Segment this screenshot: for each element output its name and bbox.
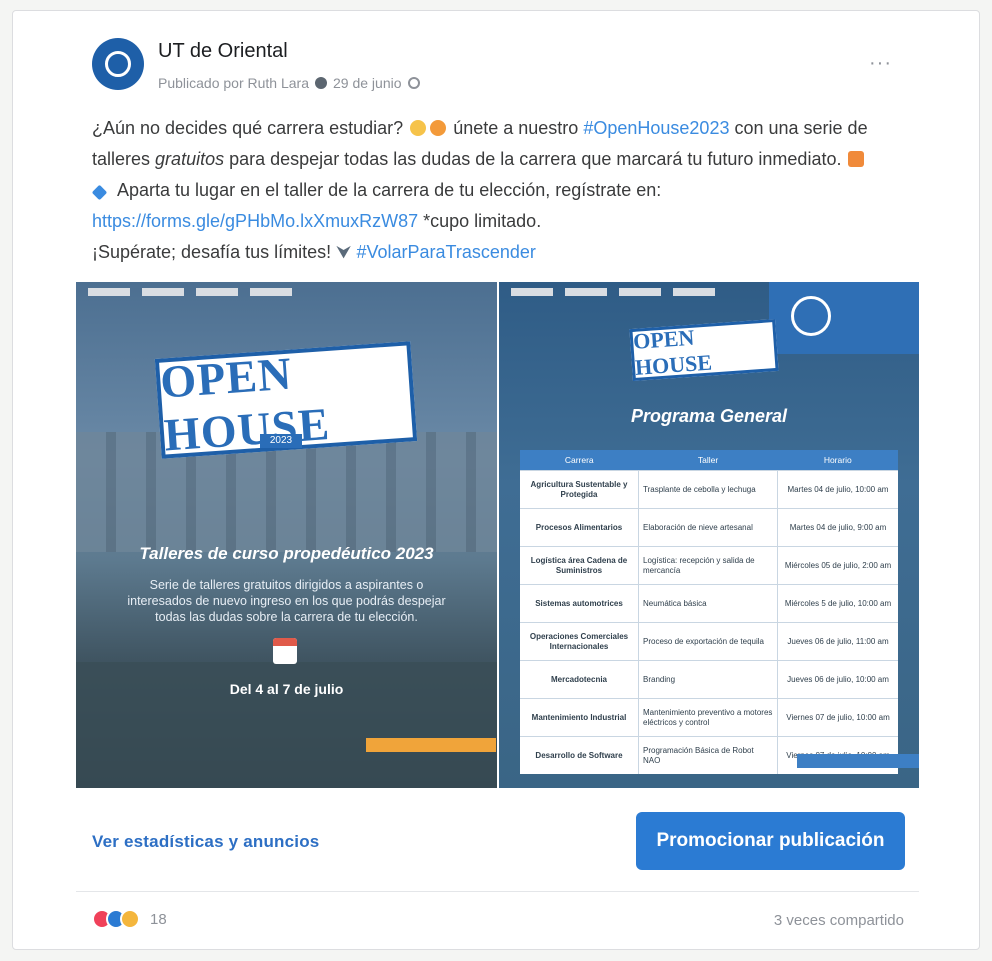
text-segment: ¡Supérate; desafía tus límites! [92,242,332,262]
schedule-row: Procesos Alimentarios Elaboración de niev… [520,508,898,547]
badge-text: OPEN HOUSE [632,324,713,380]
hashtag-link[interactable]: #VolarParaTrascender [356,242,535,262]
post-line-1: ¿Aún no decides qué carrera estudiar? ún… [92,113,912,144]
open-house-badge-small: OPEN HOUSE [629,318,779,382]
cell-workshop: Programación Básica de Robot NAO [638,736,778,774]
globe-icon [407,77,420,89]
flyer-right[interactable]: OPEN HOUSE Programa General Carrera Tall… [499,282,919,788]
text-segment: talleres [92,149,151,169]
cell-workshop: Neumática básica [638,584,778,623]
cell-time: Martes 04 de julio, 9:00 am [777,508,898,547]
program-title: Programa General [630,406,788,426]
bird-icon: ⮟ [336,242,352,262]
meta-author: Publicado por Ruth Lara [158,75,309,91]
header-cell: Horario [777,450,898,471]
form-link[interactable]: https://forms.gle/gPHbMo.lxXmuxRzW87 [92,211,418,231]
cell-time: Jueves 06 de julio, 10:00 am [777,660,898,699]
schedule-row: Operaciones Comerciales Internacionales P… [520,622,898,661]
cell-workshop: Branding [638,660,778,699]
care-reaction-icon [120,909,140,929]
cell-time: Jueves 06 de julio, 11:00 am [777,622,898,661]
schedule-row: Agricultura Sustentable y Protegida Trasp… [520,470,898,509]
post-line-5: ¡Supérate; desafía tus límites! ⮟ #Volar… [92,237,912,268]
flyer-description: Serie de talleres gratuitos dirigidos a … [127,578,446,624]
flyer-dates: Del 4 al 7 de julio [229,681,344,697]
post-media[interactable]: OPEN HOUSE 2023 Talleres de curso proped… [76,282,919,788]
view-stats-link[interactable]: Ver estadísticas y anuncios [92,832,319,852]
share-count[interactable]: 3 veces compartido [774,912,904,929]
header-cell: Carrera [520,450,639,471]
text-segment: únete a nuestro [453,118,579,138]
reaction-count: 18 [150,910,167,928]
cell-workshop: Elaboración de nieve artesanal [638,508,778,547]
more-options-button[interactable]: ··· [869,52,892,75]
text-segment: *cupo limitado. [423,211,542,231]
schedule-header-row: Carrera Taller Horario [520,450,898,471]
promote-post-button[interactable]: Promocionar publicación [636,812,905,870]
text-segment: ¿Aún no decides qué carrera estudiar? [92,118,404,138]
cell-workshop: Mantenimiento preventivo a motores eléct… [638,698,778,737]
flyer-left[interactable]: OPEN HOUSE 2023 Talleres de curso proped… [76,282,497,788]
cell-time: Martes 04 de julio, 10:00 am [777,470,898,509]
cell-career: Desarrollo de Software [520,736,639,774]
cell-workshop: Proceso de exportación de tequila [638,622,778,661]
post-line-3: Aparta tu lugar en el taller de la carre… [91,175,912,206]
schedule-row: Logística área Cadena de Suministros Logí… [520,546,898,585]
university-logo-icon [791,296,831,336]
header-cell: Taller [638,450,778,471]
calendar-icon [273,638,297,664]
meta-date[interactable]: 29 de junio [333,75,402,91]
sponsor-logos [88,288,292,296]
text-segment: para despejar todas las dudas de la carr… [229,149,842,169]
logo-icon [105,51,131,77]
cell-career: Mantenimiento Industrial [520,698,639,737]
cell-career: Agricultura Sustentable y Protegida [520,470,639,509]
post-meta: Publicado por Ruth Lara 29 de junio [158,75,420,91]
info-icon [315,77,327,89]
cell-workshop: Trasplante de cebolla y lechuga [638,470,778,509]
flyer-title: Talleres de curso propedéutico 2023 [139,544,434,563]
schedule-row: Sistemas automotrices Neumática básica Mié… [520,584,898,623]
cell-career: Sistemas automotrices [520,584,639,623]
sponsor-logos [511,288,715,296]
post-line-4: https://forms.gle/gPHbMo.lxXmuxRzW87 *cu… [92,206,912,237]
hashtag-link[interactable]: #OpenHouse2023 [583,118,729,138]
blue-diamond-icon [91,184,108,201]
cell-workshop: Logística: recepción y salida de mercanc… [638,546,778,585]
cell-time: Miércoles 05 de julio, 2:00 am [777,546,898,585]
cell-time: Miércoles 5 de julio, 10:00 am [777,584,898,623]
schedule-table: Carrera Taller Horario Agricultura Suste… [520,450,898,774]
page-avatar[interactable] [92,38,144,90]
divider [76,891,919,892]
post-text: ¿Aún no decides qué carrera estudiar? ún… [91,113,912,268]
schedule-row: Mercadotecnia Branding Jueves 06 de julio,… [520,660,898,699]
cell-career: Logística área Cadena de Suministros [520,546,639,585]
cell-career: Mercadotecnia [520,660,639,699]
text-emphasis: gratuitos [155,149,225,169]
cell-career: Operaciones Comerciales Internacionales [520,622,639,661]
smile-emoji-icon [430,120,447,136]
flyer-hashtag-bar [366,738,496,752]
text-segment: Aparta tu lugar en el taller de la carre… [117,180,662,200]
emoji-icon [848,151,865,167]
badge-year: 2023 [260,434,302,448]
flyer-hashtag-bar [797,754,919,768]
reactions-summary[interactable]: 18 [92,909,167,929]
text-segment: con una serie de [734,118,868,138]
cell-time: Viernes 07 de julio, 10:00 am [777,698,898,737]
cell-career: Procesos Alimentarios [520,508,639,547]
thinking-emoji-icon [410,120,427,136]
page-name[interactable]: UT de Oriental [158,40,288,63]
post-line-2: talleres gratuitos para despejar todas l… [92,144,912,175]
schedule-row: Mantenimiento Industrial Mantenimiento pr… [520,698,898,737]
